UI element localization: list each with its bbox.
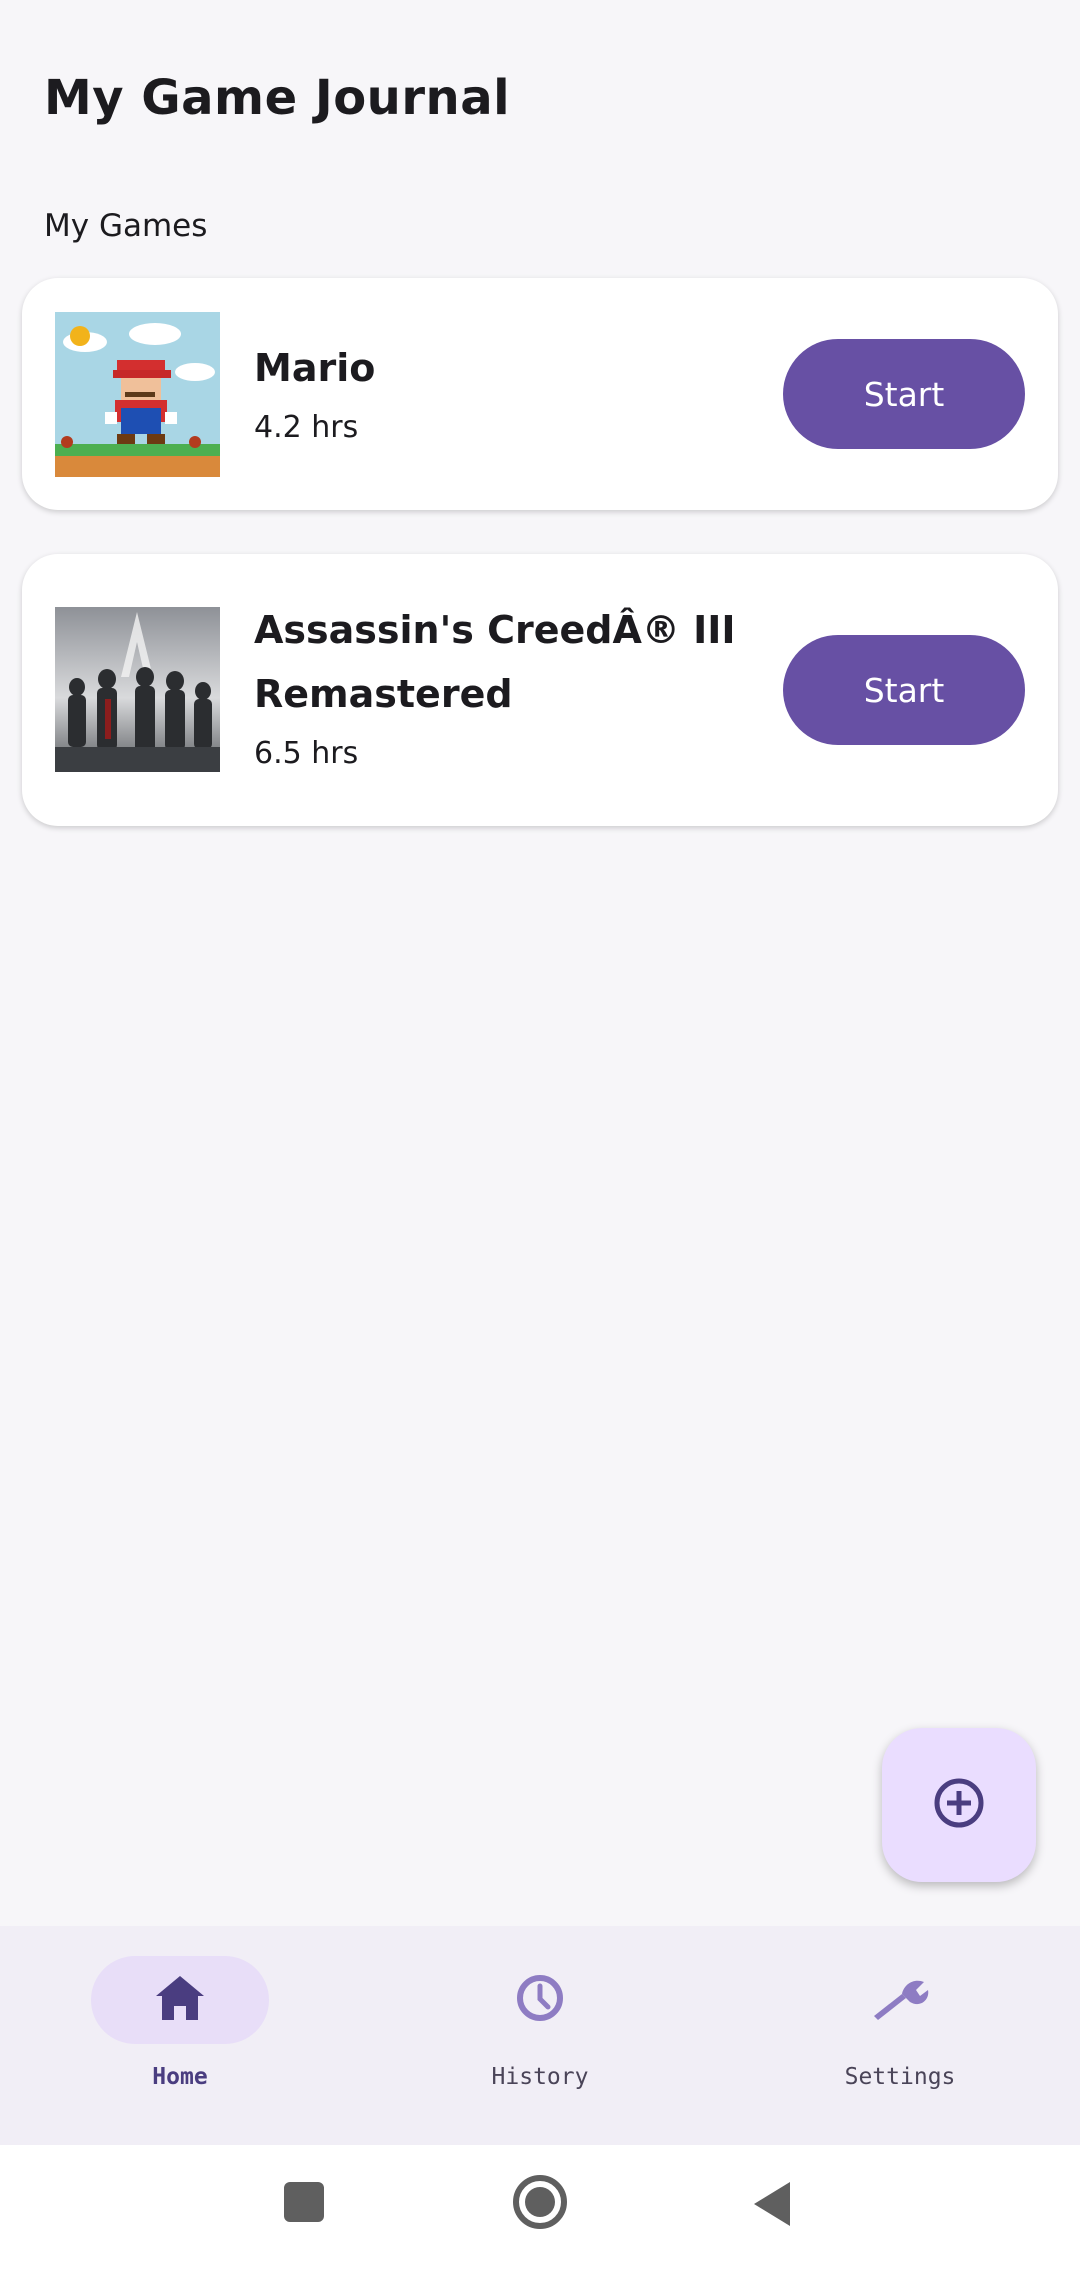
nav-label-settings: Settings — [844, 2064, 956, 2090]
start-button[interactable]: Start — [783, 635, 1025, 745]
nav-item-settings[interactable]: Settings — [750, 1956, 1050, 2126]
game-title: Assassin's CreedÂ® III Remastered — [254, 608, 736, 716]
nav-indicator — [451, 1956, 629, 2044]
section-label: My Games — [44, 208, 208, 244]
add-circle-icon — [931, 1775, 987, 1835]
nav-item-history[interactable]: History — [390, 1956, 690, 2126]
assassins-creed-thumbnail-image — [55, 607, 220, 772]
home-button-icon[interactable] — [510, 2175, 570, 2236]
screen: My Game Journal My Games Mario 4.2 hrs S… — [0, 0, 1080, 2275]
game-title: Mario — [254, 346, 376, 390]
game-hours: 6.5 hrs — [254, 736, 359, 771]
game-card[interactable]: Mario 4.2 hrs Start — [22, 278, 1058, 510]
nav-label-home: Home — [152, 2064, 208, 2090]
nav-active-indicator — [91, 1956, 269, 2044]
game-hours: 4.2 hrs — [254, 410, 359, 445]
system-navigation-bar — [0, 2145, 1080, 2275]
bottom-navigation: Home History Settings — [0, 1926, 1080, 2145]
game-info: Assassin's CreedÂ® III Remastered 6.5 hr… — [254, 598, 738, 771]
page-title: My Game Journal — [44, 70, 511, 126]
history-icon — [514, 1972, 566, 2028]
mario-thumbnail-image — [55, 312, 220, 477]
home-icon — [154, 1972, 206, 2028]
nav-item-home[interactable]: Home — [30, 1956, 330, 2126]
game-info: Mario 4.2 hrs — [254, 336, 738, 445]
nav-indicator — [811, 1956, 989, 2044]
recents-icon[interactable] — [282, 2180, 326, 2228]
start-button[interactable]: Start — [783, 339, 1025, 449]
back-icon[interactable] — [750, 2180, 794, 2232]
nav-label-history: History — [491, 2064, 589, 2090]
wrench-icon — [868, 1972, 932, 2028]
add-game-fab[interactable] — [882, 1728, 1036, 1882]
game-card[interactable]: Assassin's CreedÂ® III Remastered 6.5 hr… — [22, 554, 1058, 826]
